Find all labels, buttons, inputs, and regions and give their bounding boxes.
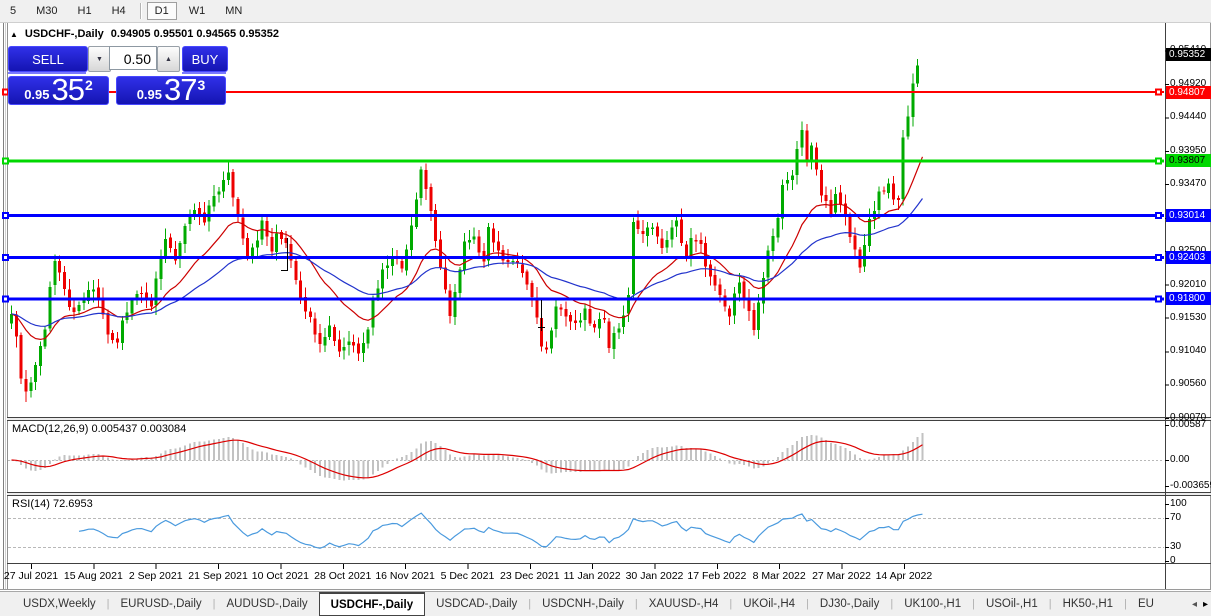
timeframe-button-5[interactable]: 5 [2, 2, 24, 20]
date-tick-label: 27 Mar 2022 [812, 570, 871, 582]
date-tick-label: 11 Jan 2022 [564, 570, 621, 582]
macd-axis-label: 0.00 [1170, 454, 1189, 465]
tab-hk50-h1[interactable]: HK50-,H1 [1052, 592, 1125, 616]
timeframe-button-w1[interactable]: W1 [181, 2, 214, 20]
timeframe-button-m30[interactable]: M30 [28, 2, 65, 20]
sell-price-big: 35 [52, 77, 84, 102]
price-tick-label: 0.92010 [1170, 279, 1206, 290]
macd-axis-label: 0.00587 [1170, 419, 1206, 430]
buy-price-big: 37 [164, 77, 196, 102]
price-tick-label: 0.93470 [1170, 178, 1206, 189]
chart-ohlc-values: 0.94905 0.95501 0.94565 0.95352 [111, 28, 279, 40]
chart-symbol-title: USDCHF-,Daily [25, 28, 104, 40]
tab-ukoil-h4[interactable]: UKOil-,H4 [732, 592, 806, 616]
price-tick-label: 0.91530 [1170, 312, 1206, 323]
rsi-axis-label: 100 [1170, 498, 1187, 509]
sell-price-small: 0.95 [24, 87, 49, 102]
rsi-label: RSI(14) 72.6953 [12, 498, 93, 510]
volume-increase-button[interactable]: ▲ [157, 46, 180, 72]
date-tick-label: 30 Jan 2022 [626, 570, 684, 582]
buy-button[interactable]: BUY [182, 46, 228, 72]
tab-audusd-daily[interactable]: AUDUSD-,Daily [216, 592, 319, 616]
price-tick-label: 0.90560 [1170, 378, 1206, 389]
buy-price-display[interactable]: 0.95 37 3 [116, 76, 226, 105]
tab-eurusd-daily[interactable]: EURUSD-,Daily [110, 592, 213, 616]
price-line-label-blue-level-3: 0.91800 [1166, 292, 1211, 305]
timeframe-button-mn[interactable]: MN [217, 2, 250, 20]
tab-eu[interactable]: EU [1127, 592, 1154, 616]
date-tick-label: 2 Sep 2021 [129, 570, 183, 582]
timeframe-button-h1[interactable]: H1 [70, 2, 100, 20]
macd-label: MACD(12,26,9) 0.005437 0.003084 [12, 423, 186, 435]
one-click-trading-widget: SELL ▼ 0.50 ▲ BUY 0.95 35 2 0.95 37 3 [8, 46, 226, 105]
rsi-axis-label: 0 [1170, 555, 1176, 566]
date-tick-label: 5 Dec 2021 [441, 570, 495, 582]
tab-usoil-h1[interactable]: USOil-,H1 [975, 592, 1049, 616]
collapse-icon[interactable]: ▲ [10, 30, 18, 39]
tab-dj30-daily[interactable]: DJ30-,Daily [809, 592, 890, 616]
date-tick-label: 27 Jul 2021 [4, 570, 58, 582]
rsi-axis-label: 30 [1170, 541, 1181, 552]
tab-xauusd-h4[interactable]: XAUUSD-,H4 [638, 592, 730, 616]
price-line-label-blue-level-1: 0.93014 [1166, 209, 1211, 222]
tab-usdx-weekly[interactable]: USDX,Weekly [12, 592, 107, 616]
price-tick-label: 0.94440 [1170, 111, 1206, 122]
tab-scroll-left-icon[interactable]: ◂ [1192, 599, 1197, 610]
date-tick-label: 17 Feb 2022 [687, 570, 746, 582]
date-tick-label: 14 Apr 2022 [876, 570, 933, 582]
tab-usdchf-daily[interactable]: USDCHF-,Daily [319, 592, 425, 616]
price-line-label-current-price: 0.95352 [1166, 48, 1211, 61]
sell-price-display[interactable]: 0.95 35 2 [8, 76, 109, 105]
sell-button[interactable]: SELL [8, 46, 88, 72]
date-tick-label: 8 Mar 2022 [753, 570, 806, 582]
timeframe-button-d1[interactable]: D1 [147, 2, 177, 20]
timeframe-toolbar: 5M30 H1H4 D1W1MN [0, 0, 1211, 23]
tab-usdcnh-daily[interactable]: USDCNH-,Daily [531, 592, 635, 616]
timeframe-button-h4[interactable]: H4 [104, 2, 134, 20]
tab-scroll-right-icon[interactable]: ▸ [1203, 599, 1208, 610]
date-tick-label: 10 Oct 2021 [252, 570, 309, 582]
date-tick-label: 23 Dec 2021 [500, 570, 560, 582]
date-tick-label: 16 Nov 2021 [375, 570, 435, 582]
volume-input[interactable]: 0.50 [109, 46, 157, 70]
price-line-label-red-level: 0.94807 [1166, 86, 1211, 99]
toolbar-separator [140, 3, 141, 19]
chart-title-row: ▲ USDCHF-,Daily 0.94905 0.95501 0.94565 … [10, 28, 279, 40]
price-tick-label: 0.91040 [1170, 345, 1206, 356]
volume-decrease-button[interactable]: ▼ [88, 46, 111, 72]
tab-uk100-h1[interactable]: UK100-,H1 [893, 592, 972, 616]
rsi-axis-label: 70 [1170, 512, 1181, 523]
date-tick-label: 15 Aug 2021 [64, 570, 123, 582]
macd-axis-label: -0.003659 [1170, 480, 1211, 491]
trading-terminal-window: { "toolbar": { "timeframes": ["5","M30",… [0, 0, 1211, 616]
buy-price-small: 0.95 [137, 87, 162, 102]
date-tick-label: 21 Sep 2021 [188, 570, 248, 582]
tab-usdcad-daily[interactable]: USDCAD-,Daily [425, 592, 528, 616]
tab-scroll-arrows: ◂ ▸ [1192, 592, 1208, 616]
price-line-label-green-level: 0.93807 [1166, 154, 1211, 167]
sell-price-sup: 2 [85, 79, 93, 91]
buy-price-sup: 3 [198, 79, 206, 91]
date-tick-label: 28 Oct 2021 [314, 570, 371, 582]
price-line-label-blue-level-2: 0.92403 [1166, 251, 1211, 264]
symbol-tab-bar: USDX,Weekly|EURUSD-,Daily|AUDUSD-,DailyU… [0, 591, 1211, 616]
